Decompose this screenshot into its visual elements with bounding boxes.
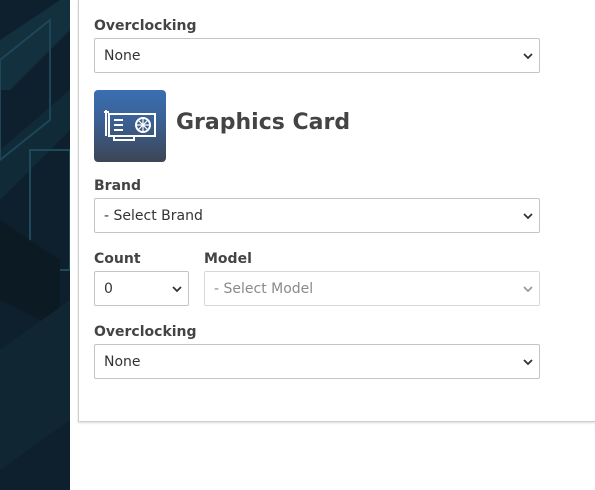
chevron-down-icon: [523, 213, 533, 220]
count-select[interactable]: 0: [94, 271, 189, 306]
chevron-down-icon: [523, 359, 533, 366]
graphics-card-icon: [94, 90, 166, 162]
background-artwork: [0, 0, 70, 490]
gpu-overclocking-select[interactable]: None: [94, 344, 540, 379]
brand-value: - Select Brand: [104, 207, 203, 224]
brand-label: Brand: [94, 178, 142, 194]
brand-select[interactable]: - Select Brand: [94, 198, 540, 233]
model-select[interactable]: - Select Model: [204, 271, 540, 306]
gpu-overclocking-value: None: [104, 353, 141, 370]
gpu-overclocking-label: Overclocking: [94, 324, 197, 340]
cpu-overclocking-select[interactable]: None: [94, 38, 540, 73]
chevron-down-icon: [523, 53, 533, 60]
model-label: Model: [204, 251, 252, 267]
chevron-down-icon: [172, 286, 182, 293]
count-value: 0: [104, 280, 113, 297]
chevron-down-icon: [523, 286, 533, 293]
cpu-overclocking-label: Overclocking: [94, 18, 197, 34]
section-title: Graphics Card: [176, 110, 351, 135]
count-label: Count: [94, 251, 141, 267]
cpu-overclocking-value: None: [104, 47, 141, 64]
model-value: - Select Model: [214, 280, 314, 297]
